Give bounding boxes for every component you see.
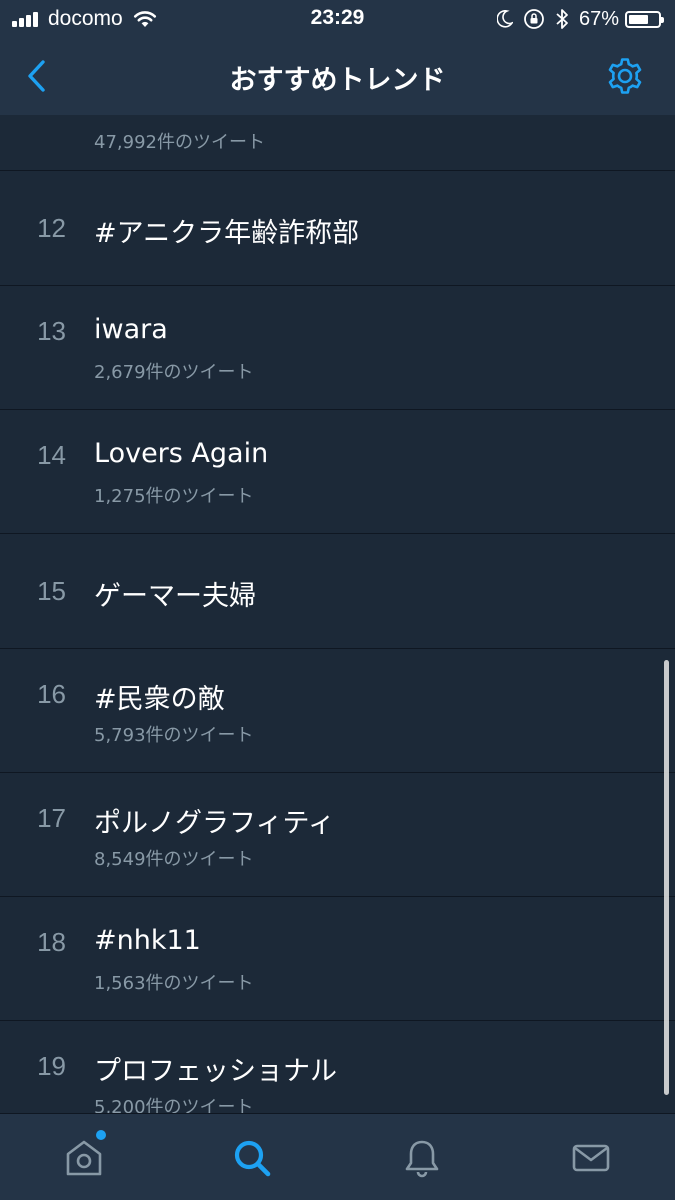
- trend-item-14[interactable]: 14 Lovers Again 1,275件のツイート: [0, 410, 675, 534]
- trend-item-16[interactable]: 16 #民衆の敵 5,793件のツイート: [0, 649, 675, 773]
- trend-name: ポルノグラフィティ: [94, 808, 335, 839]
- page-title: おすすめトレンド: [229, 65, 446, 96]
- trend-tweet-count: 5,793件のツイート: [94, 725, 254, 746]
- trend-rank: 19: [37, 1051, 66, 1081]
- scrollbar[interactable]: [664, 660, 669, 1095]
- battery-percent: 67%: [578, 7, 619, 30]
- trend-item-19[interactable]: 19 プロフェッショナル 5,200件のツイート: [0, 1021, 675, 1113]
- trend-item-12[interactable]: 12 #アニクラ年齢詐称部: [0, 171, 675, 286]
- home-icon: [66, 1140, 102, 1175]
- battery-level: [629, 14, 648, 24]
- trend-name: #アニクラ年齢詐称部: [94, 218, 360, 249]
- tab-bar: [0, 1113, 675, 1200]
- trend-tweet-count: 2,679件のツイート: [94, 362, 254, 383]
- trend-rank: 12: [37, 213, 66, 243]
- trend-name: プロフェッショナル: [94, 1056, 337, 1087]
- bell-icon: [405, 1140, 439, 1177]
- trend-item-18[interactable]: 18 #nhk11 1,563件のツイート: [0, 897, 675, 1021]
- bluetooth-icon: [555, 8, 569, 30]
- trend-rank: 18: [37, 927, 66, 957]
- gear-icon: [608, 58, 642, 94]
- trend-tweet-count: 1,563件のツイート: [94, 973, 254, 994]
- trend-name: #民衆の敵: [94, 684, 225, 715]
- mail-icon: [572, 1144, 610, 1171]
- trend-name: ゲーマー夫婦: [94, 581, 256, 612]
- trend-list: 47,992件のツイート 12 #アニクラ年齢詐称部 13 iwara 2,67…: [0, 115, 675, 1113]
- tab-search[interactable]: [168, 1114, 336, 1200]
- trend-name: iwara: [94, 314, 168, 345]
- trend-item-15[interactable]: 15 ゲーマー夫婦: [0, 534, 675, 649]
- trend-item-13[interactable]: 13 iwara 2,679件のツイート: [0, 286, 675, 410]
- tab-home[interactable]: [0, 1114, 168, 1200]
- navigation-bar: おすすめトレンド: [0, 38, 675, 115]
- trend-name: Lovers Again: [94, 438, 269, 469]
- trend-name: #nhk11: [94, 925, 201, 956]
- trend-rank: 16: [37, 679, 66, 709]
- trends-screen: docomo 23:29 67% おすすめトレンド 47,992件のツイート 1…: [0, 0, 675, 1200]
- rotation-lock-icon: [523, 8, 545, 30]
- settings-button[interactable]: [603, 54, 647, 98]
- battery-icon: [625, 10, 664, 28]
- trend-item-11[interactable]: 47,992件のツイート: [0, 115, 675, 171]
- trend-rank: 14: [37, 440, 66, 470]
- moon-icon: [496, 10, 513, 28]
- home-notification-dot: [96, 1130, 106, 1140]
- trend-rank: 13: [37, 316, 66, 346]
- trend-tweet-count: 5,200件のツイート: [94, 1097, 254, 1113]
- search-icon: [234, 1140, 271, 1176]
- tab-messages[interactable]: [507, 1114, 675, 1200]
- status-right: 67%: [487, 6, 664, 32]
- top-bar: docomo 23:29 67% おすすめトレンド: [0, 0, 675, 115]
- trend-tweet-count: 8,549件のツイート: [94, 849, 254, 870]
- trend-item-17[interactable]: 17 ポルノグラフィティ 8,549件のツイート: [0, 773, 675, 897]
- tab-notifications[interactable]: [338, 1114, 506, 1200]
- status-bar: docomo 23:29 67%: [0, 0, 675, 38]
- trend-rank: 17: [37, 803, 66, 833]
- trend-rank: 15: [37, 576, 66, 606]
- trend-tweet-count: 47,992件のツイート: [94, 132, 265, 153]
- trend-tweet-count: 1,275件のツイート: [94, 486, 254, 507]
